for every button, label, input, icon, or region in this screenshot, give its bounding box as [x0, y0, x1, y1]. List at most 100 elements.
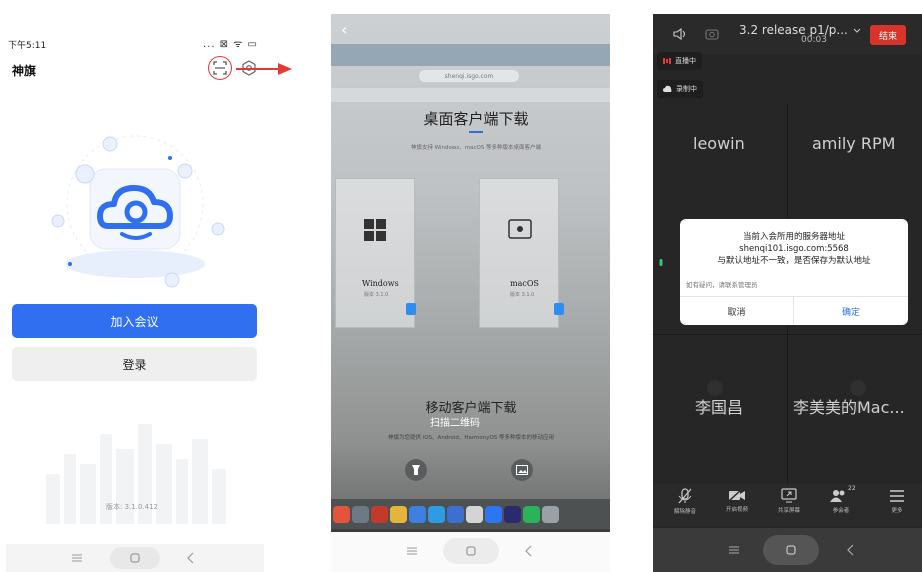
title-underline	[469, 131, 483, 133]
menu-icon[interactable]	[729, 545, 739, 555]
phone-meeting-screen: 3.2 release p1/p... 00:03 结束 直播中 录制中 leo…	[653, 14, 922, 572]
more-label: 更多	[891, 508, 903, 514]
dock-app-icon	[352, 505, 369, 523]
browser-url: shenqi.isgo.com	[419, 70, 519, 82]
album-button[interactable]	[511, 459, 533, 481]
back-icon[interactable]: ‹	[341, 20, 347, 39]
home-button[interactable]	[110, 547, 160, 569]
record-label: 录制中	[676, 85, 697, 93]
home-button[interactable]	[763, 535, 819, 565]
dock-app-icon	[542, 505, 559, 523]
server-address-dialog: 当前入会所用的服务器地址 shenqi101.isgo.com:5568 与默认…	[680, 219, 908, 325]
dialog-line: 当前入会所用的服务器地址	[742, 232, 845, 242]
mobile-client-desc: 神旗为您提供 iOS、Android、HarmonyOS 等多种版本的移动应用	[387, 435, 555, 441]
more-button[interactable]: 更多	[875, 488, 919, 514]
scan-qr-label: 扫描二维码	[430, 418, 480, 429]
participants-icon	[830, 490, 845, 502]
video-off-icon	[728, 488, 745, 502]
cloud-record-icon	[663, 85, 672, 92]
live-icon	[663, 58, 671, 64]
meeting-timer: 00:03	[801, 35, 827, 45]
dialog-server-address: shenqi101.isgo.com:5568	[739, 244, 849, 254]
cancel-button[interactable]: 取消	[680, 297, 793, 325]
scan-button[interactable]	[208, 56, 232, 80]
chevron-down-icon[interactable]	[853, 28, 861, 34]
meeting-title[interactable]: 3.2 release p1/p...	[739, 23, 859, 37]
mac-card: macOS 版本 3.1.0	[479, 178, 564, 328]
mic-active-icon	[659, 259, 663, 266]
windows-icon	[364, 219, 386, 241]
participant-name: 李美美的Mac...	[793, 398, 905, 417]
share-screen-button[interactable]: 共享屏幕	[767, 488, 811, 514]
participant-name: amily RPM	[812, 134, 896, 153]
participants-label: 参会者	[832, 508, 850, 514]
tile-divider	[653, 334, 922, 335]
participant-name: leowin	[693, 134, 745, 153]
dialog-hint: 如有疑问，请联系管理员	[686, 281, 758, 289]
scan-icon	[213, 61, 227, 75]
bookmarks-bar	[331, 88, 610, 102]
laptop-icon	[508, 219, 532, 239]
desktop-client-title: 桌面客户端下载	[423, 110, 529, 128]
app-title: 神旗	[12, 64, 37, 78]
share-screen-icon	[781, 488, 797, 503]
dock-app-icon	[485, 505, 502, 523]
participants-icon-wrap: 22	[830, 485, 856, 503]
system-nav-bar	[6, 544, 264, 572]
record-badge: 录制中	[657, 80, 703, 98]
start-video-button[interactable]: 开启视频	[715, 488, 759, 513]
menu-icon[interactable]	[72, 553, 82, 563]
join-meeting-button[interactable]: 加入会议	[12, 304, 257, 338]
dock-app-icon	[523, 505, 540, 523]
end-meeting-button[interactable]: 结束	[870, 25, 906, 45]
flashlight-icon	[412, 465, 420, 475]
system-nav-bar	[653, 528, 922, 572]
dialog-line: 与默认地址不一致，是否保存为默认地址	[717, 256, 871, 266]
download-icon[interactable]	[406, 303, 416, 315]
status-icons: ... ⊠ ᯤ ▭	[202, 39, 258, 50]
mac-label: macOS	[510, 279, 539, 288]
windows-card: Windows 版本 3.1.0	[335, 178, 416, 328]
dock-app-icon	[504, 505, 521, 523]
home-button[interactable]	[443, 538, 499, 564]
dock-app-icon	[428, 505, 445, 523]
system-nav-bar	[331, 532, 610, 572]
login-button[interactable]: 登录	[12, 347, 257, 381]
image-icon	[516, 465, 528, 475]
square-icon	[786, 545, 796, 555]
flashlight-button[interactable]	[405, 459, 427, 481]
unmute-label: 解除静音	[673, 509, 696, 515]
back-icon[interactable]	[847, 544, 855, 556]
dialog-message: 当前入会所用的服务器地址 shenqi101.isgo.com:5568 与默认…	[680, 231, 908, 267]
meeting-toolbar: 解除静音 开启视频 共享屏幕 22 参会者 更多	[653, 484, 922, 526]
back-icon[interactable]	[187, 552, 195, 564]
live-badge: 直播中	[657, 52, 702, 70]
desktop-client-desc: 神旗支持 Windows、macOS 等多种版本桌面客户端	[410, 145, 542, 151]
speaker-icon[interactable]	[673, 28, 687, 40]
pointer-arrow	[236, 63, 292, 75]
live-label: 直播中	[675, 57, 696, 65]
participant-tile[interactable]: amily RPM	[788, 104, 922, 224]
dock-app-icon	[466, 505, 483, 523]
browser-toolbar	[331, 44, 610, 66]
windows-label: Windows	[362, 279, 399, 288]
participants-button[interactable]: 22 参会者	[819, 485, 863, 514]
download-icon[interactable]	[554, 303, 564, 315]
participant-name: 李国昌	[695, 398, 744, 417]
dock-app-icon	[447, 505, 464, 523]
share-label: 共享屏幕	[777, 508, 800, 514]
back-icon[interactable]	[525, 545, 533, 557]
dock-app-icon	[409, 505, 426, 523]
participant-tile[interactable]: leowin	[653, 104, 787, 224]
unmute-button[interactable]: 解除静音	[663, 488, 707, 515]
menu-icon[interactable]	[407, 546, 417, 556]
cloud-logo-illustration	[51, 135, 225, 288]
phone-home-screen: 下午5:11 ... ⊠ ᯤ ▭ 神旗 加入会议 登录 版本: 3.1.0.41…	[6, 34, 264, 572]
camera-switch-icon[interactable]	[705, 28, 719, 40]
more-menu-icon	[890, 490, 904, 502]
mic-muted-icon	[678, 488, 692, 504]
mac-version: 版本 3.1.0	[510, 292, 535, 298]
square-icon	[466, 546, 476, 556]
square-icon	[130, 553, 140, 563]
confirm-button[interactable]: 确定	[794, 297, 908, 325]
